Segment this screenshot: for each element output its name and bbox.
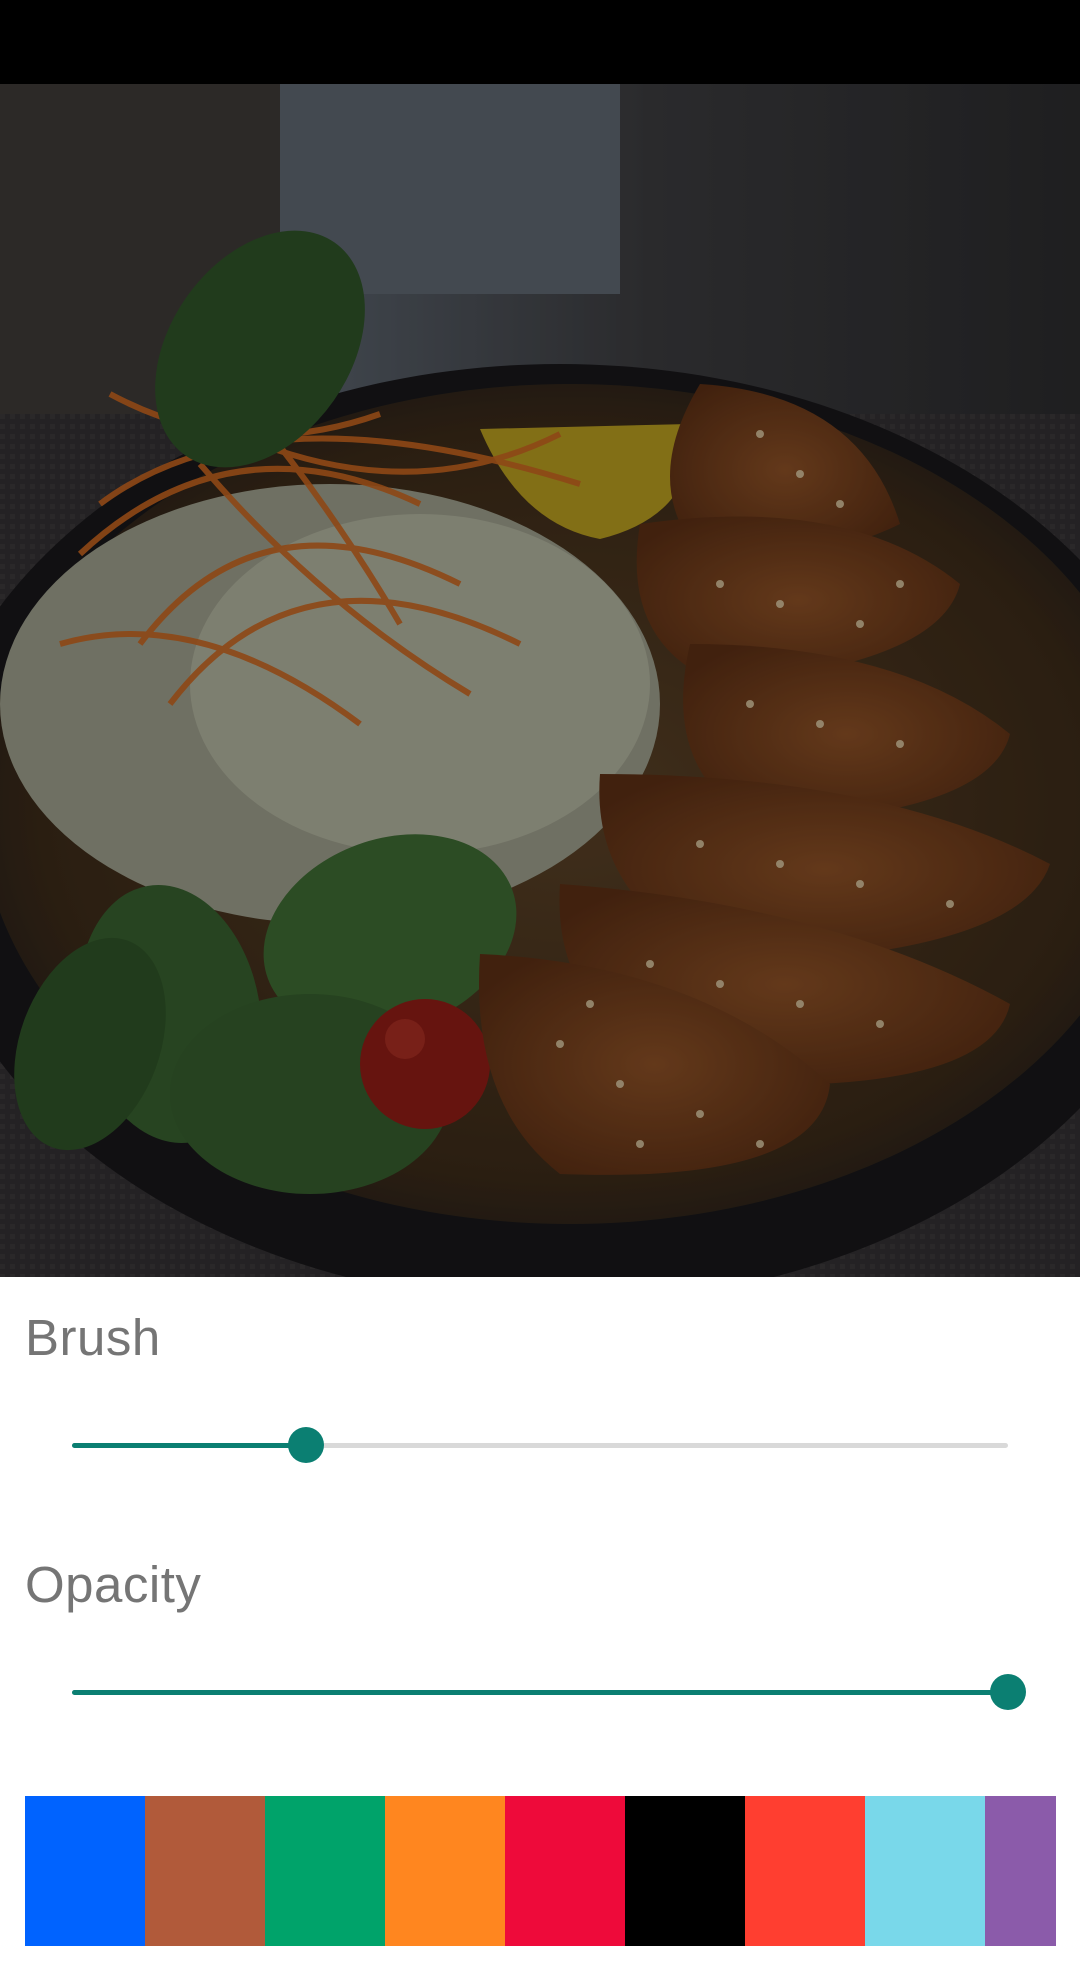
- slider-thumb[interactable]: [990, 1674, 1026, 1710]
- color-swatch[interactable]: [745, 1796, 865, 1946]
- brush-label: Brush: [25, 1309, 161, 1366]
- color-swatch[interactable]: [25, 1796, 145, 1946]
- color-swatch[interactable]: [145, 1796, 265, 1946]
- color-swatch[interactable]: [865, 1796, 985, 1946]
- brush-size-slider[interactable]: [72, 1425, 1008, 1465]
- color-swatch[interactable]: [385, 1796, 505, 1946]
- opacity-label: Opacity: [25, 1556, 202, 1613]
- color-palette: [25, 1796, 1056, 1946]
- color-swatch[interactable]: [505, 1796, 625, 1946]
- photo-canvas[interactable]: [0, 84, 1080, 1277]
- brush-settings-panel: Brush Opacity: [0, 1277, 1080, 1967]
- slider-thumb[interactable]: [288, 1427, 324, 1463]
- color-swatch[interactable]: [265, 1796, 385, 1946]
- color-swatch[interactable]: [625, 1796, 745, 1946]
- food-photo-image: [0, 84, 1080, 1277]
- status-bar: [0, 0, 1080, 84]
- opacity-slider[interactable]: [72, 1672, 1026, 1712]
- slider-fill: [72, 1443, 306, 1448]
- slider-fill: [72, 1690, 1008, 1695]
- color-swatch[interactable]: [985, 1796, 1056, 1946]
